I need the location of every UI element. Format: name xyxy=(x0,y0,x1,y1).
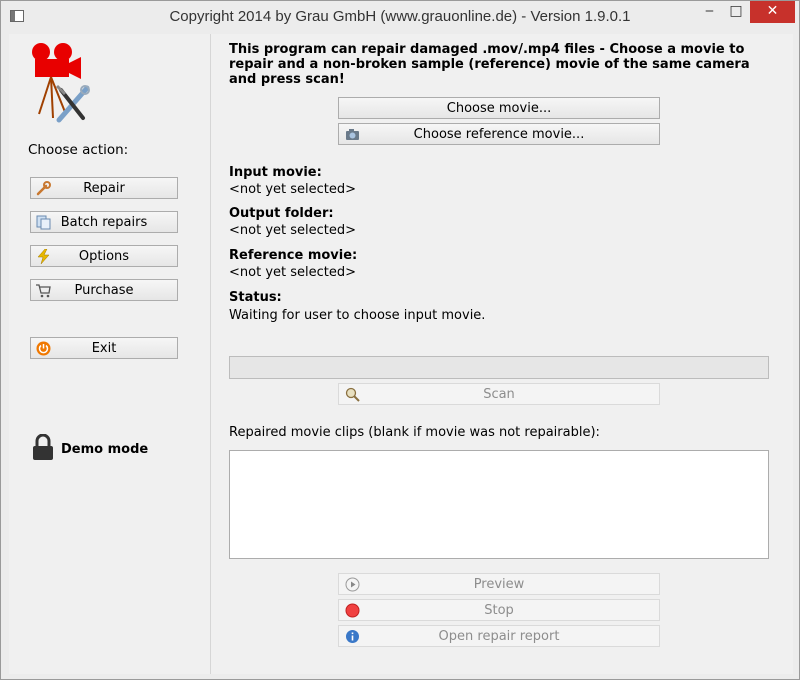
client-area: Choose action: Repair Batch repairs Opti… xyxy=(9,34,793,674)
reference-movie-label: Reference movie: xyxy=(229,248,358,263)
output-folder-label: Output folder: xyxy=(229,206,334,221)
batch-repairs-button[interactable]: Batch repairs xyxy=(30,211,178,233)
scan-button[interactable]: Scan xyxy=(338,383,660,405)
purchase-label: Purchase xyxy=(74,283,134,298)
input-movie-label: Input movie: xyxy=(229,165,322,180)
minimize-button[interactable]: ‒ xyxy=(696,1,723,23)
repaired-clips-list[interactable] xyxy=(229,450,769,559)
app-logo-icon xyxy=(32,43,90,123)
demo-mode-label: Demo mode xyxy=(61,442,149,457)
batch-repairs-label: Batch repairs xyxy=(60,215,148,230)
exit-label: Exit xyxy=(91,341,117,356)
exit-button[interactable]: Exit xyxy=(30,337,178,359)
title-bar: Copyright 2014 by Grau GmbH (www.grauonl… xyxy=(1,1,799,34)
main-panel: This program can repair damaged .mov/.mp… xyxy=(229,34,793,674)
choose-movie-button[interactable]: Choose movie... xyxy=(338,97,660,119)
input-movie-value: <not yet selected> xyxy=(229,182,357,197)
intro-text: This program can repair damaged .mov/.mp… xyxy=(229,42,750,87)
choose-reference-movie-button[interactable]: Choose reference movie... xyxy=(338,123,660,145)
stop-button[interactable]: Stop xyxy=(338,599,660,621)
output-folder-value: <not yet selected> xyxy=(229,223,357,238)
status-value: Waiting for user to choose input movie. xyxy=(229,308,486,323)
choose-movie-label: Choose movie... xyxy=(446,101,552,116)
lock-icon xyxy=(33,434,53,460)
choose-action-label: Choose action: xyxy=(28,142,129,158)
options-label: Options xyxy=(78,249,130,264)
repaired-clips-label: Repaired movie clips (blank if movie was… xyxy=(229,425,600,440)
progress-bar xyxy=(229,356,769,379)
maximize-button[interactable]: □ xyxy=(723,1,749,23)
reference-movie-value: <not yet selected> xyxy=(229,265,357,280)
open-repair-report-label: Open repair report xyxy=(438,629,560,644)
preview-button[interactable]: Preview xyxy=(338,573,660,595)
preview-label: Preview xyxy=(473,577,525,592)
repair-label: Repair xyxy=(83,181,125,196)
choose-reference-movie-label: Choose reference movie... xyxy=(413,127,585,142)
status-label: Status: xyxy=(229,290,282,305)
options-button[interactable]: Options xyxy=(30,245,178,267)
scan-label: Scan xyxy=(483,387,515,402)
stop-label: Stop xyxy=(484,603,514,618)
purchase-button[interactable]: Purchase xyxy=(30,279,178,301)
repair-button[interactable]: Repair xyxy=(30,177,178,199)
sidebar: Choose action: Repair Batch repairs Opti… xyxy=(9,34,211,674)
open-repair-report-button[interactable]: Open repair report xyxy=(338,625,660,647)
app-window: Copyright 2014 by Grau GmbH (www.grauonl… xyxy=(0,0,800,680)
window-title: Copyright 2014 by Grau GmbH (www.grauonl… xyxy=(169,8,631,25)
close-button[interactable]: ✕ xyxy=(750,1,795,23)
